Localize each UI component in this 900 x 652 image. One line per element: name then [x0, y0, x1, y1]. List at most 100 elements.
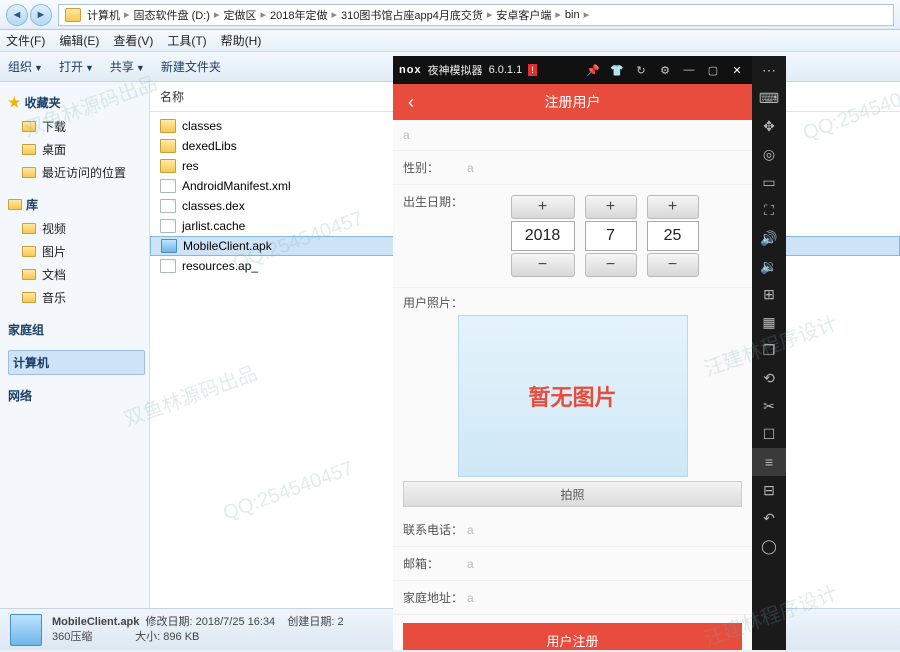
sidebar-homegroup[interactable]: 家庭组: [8, 321, 145, 338]
theme-icon[interactable]: 👕: [608, 64, 626, 77]
page-title: 注册用户: [429, 92, 716, 112]
breadcrumb[interactable]: 2018年定做: [270, 7, 327, 23]
year-value[interactable]: 2018: [511, 221, 575, 251]
sidebar-item-computer[interactable]: 计算机: [8, 350, 145, 375]
my-computer-icon[interactable]: ▭: [752, 168, 786, 196]
day-value[interactable]: 25: [647, 221, 699, 251]
sidebar-item-desktop[interactable]: 桌面: [4, 138, 145, 161]
folder-icon: [65, 8, 81, 22]
menu-help[interactable]: 帮助(H): [221, 32, 262, 49]
share-button[interactable]: 共享▼: [110, 58, 145, 75]
maximize-button[interactable]: ▢: [704, 64, 722, 77]
breadcrumb[interactable]: 安卓客户端: [496, 7, 551, 23]
multi-instance-icon[interactable]: ❐: [752, 336, 786, 364]
menu-icon[interactable]: ≡: [752, 448, 786, 476]
month-value[interactable]: 7: [585, 221, 637, 251]
video-icon[interactable]: ⊟: [752, 476, 786, 504]
new-folder-button[interactable]: 新建文件夹: [161, 58, 221, 75]
register-button[interactable]: 用户注册: [403, 623, 742, 650]
photo-preview[interactable]: 暂无图片: [458, 315, 688, 477]
menu-tools[interactable]: 工具(T): [167, 32, 206, 49]
folder-icon: [22, 167, 36, 178]
gender-label: 性别：: [403, 159, 467, 176]
more-icon[interactable]: ⋯: [752, 56, 786, 84]
month-plus-button[interactable]: +: [585, 195, 637, 219]
breadcrumb[interactable]: 定做区: [223, 7, 256, 23]
apk-icon: [10, 614, 42, 646]
year-spinner: + 2018 −: [511, 195, 575, 277]
breadcrumb[interactable]: bin: [565, 9, 580, 21]
field-placeholder[interactable]: a: [403, 128, 742, 142]
folder-icon: [22, 144, 36, 155]
home-icon[interactable]: ◯: [752, 532, 786, 560]
folder-icon: [22, 269, 36, 280]
file-icon: [160, 199, 176, 213]
folder-icon: [22, 223, 36, 234]
breadcrumb-path[interactable]: 计算机▸ 固态软件盘 (D:)▸ 定做区▸ 2018年定做▸ 310图书馆占座a…: [58, 4, 894, 26]
month-minus-button[interactable]: −: [585, 253, 637, 277]
minimize-button[interactable]: —: [680, 64, 698, 76]
sidebar-item-pictures[interactable]: 图片: [4, 240, 145, 263]
status-modified: 2018/7/25 16:34: [196, 616, 276, 628]
volume-down-icon[interactable]: 🔉: [752, 252, 786, 280]
emulator-titlebar[interactable]: nox 夜神模拟器 6.0.1.1 ! 📌 👕 ↻ ⚙ — ▢ ✕: [393, 56, 752, 84]
open-button[interactable]: 打开▼: [59, 58, 94, 75]
location-icon[interactable]: ◎: [752, 140, 786, 168]
sidebar-item-recent[interactable]: 最近访问的位置: [4, 161, 145, 184]
back-button[interactable]: ‹: [393, 92, 429, 113]
back-icon[interactable]: ↶: [752, 504, 786, 532]
star-icon: ★: [8, 94, 21, 111]
day-spinner: + 25 −: [647, 195, 699, 277]
menu-edit[interactable]: 编辑(E): [59, 32, 99, 49]
folder-icon: [22, 292, 36, 303]
sidebar-item-music[interactable]: 音乐: [4, 286, 145, 309]
address-input[interactable]: a: [467, 591, 742, 605]
breadcrumb[interactable]: 计算机: [87, 7, 120, 23]
menu-file[interactable]: 文件(F): [6, 32, 45, 49]
sidebar-item-videos[interactable]: 视频: [4, 217, 145, 240]
close-button[interactable]: ✕: [728, 64, 746, 77]
month-spinner: + 7 −: [585, 195, 637, 277]
volume-up-icon[interactable]: 🔊: [752, 224, 786, 252]
sidebar-item-documents[interactable]: 文档: [4, 263, 145, 286]
form-row-address: 家庭地址： a: [393, 581, 752, 615]
keyboard-icon[interactable]: ⌨: [752, 84, 786, 112]
year-minus-button[interactable]: −: [511, 253, 575, 277]
phone-input[interactable]: a: [467, 523, 742, 537]
nav-forward-button[interactable]: ►: [30, 4, 52, 26]
sidebar-item-network[interactable]: 网络: [8, 387, 145, 404]
nav-back-button[interactable]: ◄: [6, 4, 28, 26]
breadcrumb[interactable]: 固态软件盘 (D:): [134, 7, 210, 23]
screenshot-icon[interactable]: ☐: [752, 420, 786, 448]
fullscreen-icon[interactable]: ⛶: [752, 196, 786, 224]
apk-install-icon[interactable]: ⊞: [752, 280, 786, 308]
nox-logo: nox: [399, 64, 422, 76]
day-minus-button[interactable]: −: [647, 253, 699, 277]
shake-icon[interactable]: ✥: [752, 112, 786, 140]
file-icon: [160, 259, 176, 273]
year-plus-button[interactable]: +: [511, 195, 575, 219]
breadcrumb[interactable]: 310图书馆占座app4月底交货: [341, 7, 483, 23]
sidebar-favorites-group[interactable]: ★收藏夹: [8, 94, 145, 111]
menu-view[interactable]: 查看(V): [113, 32, 153, 49]
pin-icon[interactable]: 📌: [584, 64, 602, 77]
emulator-version: 6.0.1.1: [489, 64, 523, 76]
refresh-icon[interactable]: ↻: [632, 64, 650, 77]
form-row-birthdate: 出生日期： + 2018 − + 7 − + 25 −: [393, 185, 752, 288]
file-icon: [160, 219, 176, 233]
sidebar-item-downloads[interactable]: 下载: [4, 115, 145, 138]
take-photo-button[interactable]: 拍照: [403, 481, 742, 507]
explorer-sidebar: ★收藏夹 下载 桌面 最近访问的位置 库 视频 图片 文档 音乐 家庭组 计算机…: [0, 82, 150, 608]
email-input[interactable]: a: [467, 557, 742, 571]
column-name[interactable]: 名称: [150, 82, 370, 111]
email-label: 邮箱：: [403, 555, 467, 572]
gender-input[interactable]: a: [467, 161, 742, 175]
folder-icon[interactable]: ▦: [752, 308, 786, 336]
day-plus-button[interactable]: +: [647, 195, 699, 219]
settings-icon[interactable]: ⚙: [656, 64, 674, 77]
rotate-icon[interactable]: ⟲: [752, 364, 786, 392]
sidebar-libraries-group[interactable]: 库: [8, 196, 145, 213]
scissors-icon[interactable]: ✂: [752, 392, 786, 420]
organize-button[interactable]: 组织▼: [8, 58, 43, 75]
address-bar: ◄ ► 计算机▸ 固态软件盘 (D:)▸ 定做区▸ 2018年定做▸ 310图书…: [0, 0, 900, 30]
